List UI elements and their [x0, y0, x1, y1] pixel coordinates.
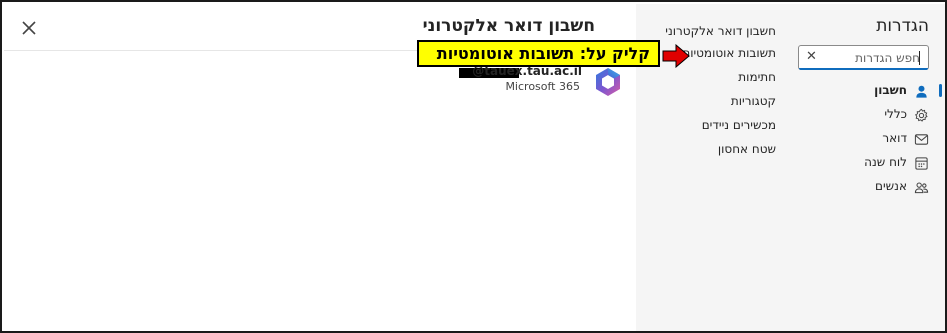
settings-sidebar: הגדרות ✕ חשבון כללי — [784, 4, 945, 331]
sidebar-item-label: כללי — [884, 107, 907, 121]
submenu-item-signatures[interactable]: חתימות — [738, 70, 776, 84]
text-caret — [919, 51, 920, 65]
close-icon — [22, 21, 36, 35]
sidebar-item-label: אנשים — [875, 179, 907, 193]
submenu-item-categories[interactable]: קטגוריות — [731, 94, 776, 108]
sidebar-item-label: חשבון — [874, 83, 907, 97]
sidebar-title: הגדרות — [876, 16, 929, 36]
person-icon — [916, 85, 927, 98]
submenu-item-mobile-devices[interactable]: מכשירים ניידים — [702, 118, 776, 132]
page-title: חשבון דואר אלקטרוני — [422, 16, 595, 36]
submenu-item-storage[interactable]: שטח אחסון — [718, 142, 776, 156]
sidebar-item-general[interactable]: כללי — [799, 106, 929, 126]
close-button[interactable] — [18, 17, 40, 39]
mail-icon — [914, 134, 929, 145]
tutorial-callout-text: קליק על: תשובות אוטומטיות — [436, 44, 650, 63]
gear-icon — [915, 108, 928, 122]
settings-window: חשבון דואר אלקטרוני @tauex.tau.ac.il Mic… — [0, 0, 947, 333]
submenu-item-automatic-replies[interactable]: תשובות אוטומטיות — [682, 46, 776, 60]
account-row[interactable]: @tauex.tau.ac.il Microsoft 365 — [424, 64, 624, 100]
sidebar-item-label: דואר — [882, 131, 907, 145]
search-box[interactable]: ✕ — [798, 45, 929, 70]
right-arrow-icon — [662, 44, 690, 68]
submenu-item-email-account[interactable]: חשבון דואר אלקטרוני — [665, 24, 776, 38]
sidebar-item-label: לוח שנה — [864, 155, 907, 169]
sidebar-item-calendar[interactable]: לוח שנה — [799, 154, 929, 174]
sidebar-item-mail[interactable]: דואר — [799, 130, 929, 150]
search-focus-underline — [799, 68, 928, 70]
sidebar-item-people[interactable]: אנשים — [799, 178, 929, 198]
close-icon[interactable]: ✕ — [806, 49, 817, 64]
active-indicator — [939, 84, 942, 97]
calendar-icon — [915, 157, 928, 170]
tutorial-callout: קליק על: תשובות אוטומטיות — [417, 40, 660, 67]
account-provider: Microsoft 365 — [505, 80, 580, 93]
microsoft-365-logo — [596, 68, 620, 96]
people-icon — [914, 182, 929, 194]
sidebar-item-account[interactable]: חשבון — [799, 82, 929, 102]
search-input[interactable] — [825, 49, 920, 66]
